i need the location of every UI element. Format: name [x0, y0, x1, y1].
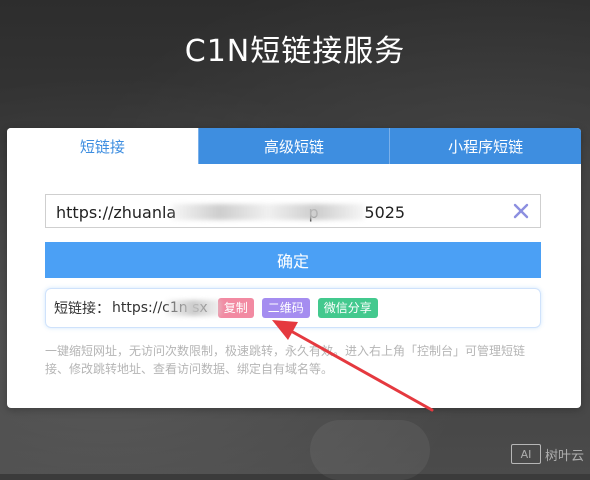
tab-advanced-link[interactable]: 高级短链 [197, 128, 390, 164]
page-title: C1N短链接服务 [184, 34, 406, 69]
watermark: AI 树叶云 [510, 444, 584, 464]
qrcode-button[interactable]: 二维码 [261, 298, 310, 318]
wechat-share-button[interactable]: 微信分享 [317, 298, 378, 318]
redaction-blur [172, 204, 364, 220]
short-url-text[interactable]: https://c1n sx [112, 300, 222, 316]
url-field [45, 194, 541, 229]
watermark-logo: AI [510, 444, 541, 464]
clear-icon[interactable] [512, 202, 530, 220]
short-url-redaction [166, 300, 222, 316]
tab-miniprogram-link[interactable]: 小程序短链 [389, 128, 581, 164]
confirm-button[interactable]: 确定 [45, 242, 541, 278]
description-text: 一键缩短网址，无访问次数限制，极速跳转，永久有效。进入右上角「控制台」可管理短链… [45, 344, 526, 376]
shortener-card: 短链接 高级短链 小程序短链 确定 短链接： https://c1n sx 复制… [7, 128, 581, 408]
copy-button[interactable]: 复制 [217, 298, 254, 318]
tab-bar: 短链接 高级短链 小程序短链 [7, 128, 581, 164]
result-label: 短链接： [54, 301, 110, 317]
watermark-text: 树叶云 [544, 448, 584, 464]
result-box: 短链接： https://c1n sx 复制 二维码 微信分享 [45, 288, 541, 328]
tab-short-link[interactable]: 短链接 [7, 128, 198, 164]
